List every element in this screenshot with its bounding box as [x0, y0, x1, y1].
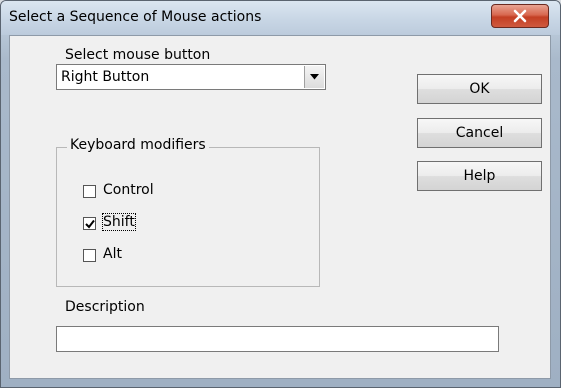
mouse-button-select[interactable]: Right Button	[56, 64, 326, 90]
chevron-down-icon	[310, 74, 319, 80]
description-label: Description	[65, 299, 145, 315]
ok-button[interactable]: OK	[417, 74, 542, 104]
checkmark-icon	[85, 219, 95, 229]
close-icon	[513, 9, 527, 23]
cancel-button[interactable]: Cancel	[417, 118, 542, 148]
help-button[interactable]: Help	[417, 161, 542, 191]
control-checkbox[interactable]	[83, 185, 96, 198]
shift-label: Shift	[102, 213, 136, 231]
title-bar[interactable]: Select a Sequence of Mouse actions	[1, 1, 560, 35]
shift-checkbox[interactable]	[83, 217, 96, 230]
alt-label: Alt	[103, 246, 122, 262]
alt-checkbox[interactable]	[83, 249, 96, 262]
description-input[interactable]	[56, 326, 499, 352]
mouse-button-label: Select mouse button	[65, 47, 211, 63]
dropdown-button[interactable]	[304, 66, 324, 88]
close-button[interactable]	[491, 4, 549, 28]
control-label: Control	[103, 182, 154, 198]
dialog-window: Select a Sequence of Mouse actions Selec…	[0, 0, 561, 388]
window-title: Select a Sequence of Mouse actions	[9, 9, 262, 25]
mouse-button-selected-value: Right Button	[61, 69, 150, 85]
keyboard-modifiers-title: Keyboard modifiers	[67, 137, 209, 153]
